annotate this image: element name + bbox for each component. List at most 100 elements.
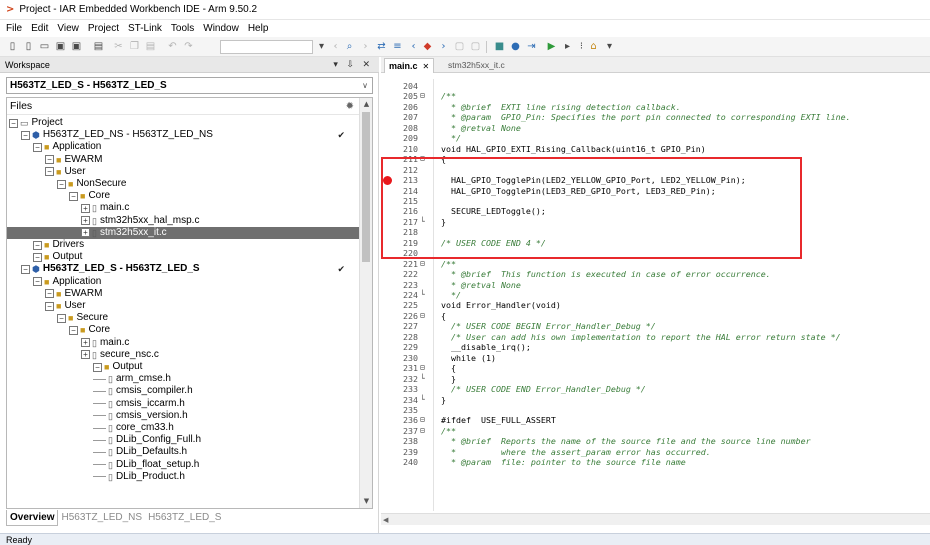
tree-item[interactable]: + ▯ stm32h5xx_it.c [7, 226, 359, 239]
navigate-back-icon[interactable]: ‹ [329, 40, 342, 53]
tree-item[interactable]: − ■ Core [7, 190, 359, 202]
tree-item[interactable]: ▯ arm_cmse.h [7, 373, 359, 385]
project-options-icon[interactable]: ⌂ [587, 40, 600, 53]
expand-toggle-icon[interactable]: − [57, 179, 66, 189]
expand-toggle-icon[interactable]: − [33, 142, 42, 152]
code-line[interactable]: 226 ⊟ { [381, 311, 930, 321]
menu-file[interactable]: File [6, 23, 22, 34]
code-line[interactable]: 204 [381, 81, 930, 91]
code-line[interactable]: 207 * @param GPIO_Pin: Specifies the por… [381, 112, 930, 122]
code-line[interactable]: 212 [381, 165, 930, 175]
scroll-thumb[interactable] [362, 112, 370, 262]
fold-toggle-icon[interactable]: ⊟ [420, 91, 429, 101]
open-file-icon[interactable]: ▭ [38, 40, 51, 53]
expand-toggle-icon[interactable]: + [81, 203, 90, 213]
paste-icon[interactable]: ▤ [144, 40, 157, 53]
debug-stop-icon[interactable]: ◆ [421, 40, 434, 53]
code-line[interactable]: 231 ⊟ { [381, 363, 930, 373]
tree-item[interactable]: − ■ Application [7, 141, 359, 153]
code-line[interactable]: 233 /* USER CODE END Error_Handler_Debug… [381, 384, 930, 394]
new-file-icon[interactable]: ▯ [22, 40, 35, 53]
code-line[interactable]: 239 * where the assert_param error has o… [381, 447, 930, 457]
code-line[interactable]: 223 * @retval None [381, 280, 930, 290]
cut-icon[interactable]: ✂ [112, 40, 125, 53]
fold-toggle-icon[interactable]: ⊟ [420, 363, 429, 373]
code-line[interactable]: 219 /* USER CODE END 4 */ [381, 238, 930, 248]
tree-scrollbar[interactable]: ▲ ▼ [359, 98, 372, 508]
expand-toggle-icon[interactable]: − [93, 362, 102, 372]
tree-item[interactable]: ▯ cmsis_iccarm.h [7, 398, 359, 410]
expand-toggle-icon[interactable]: + [81, 338, 90, 348]
toggle-bookmark-icon[interactable]: ≡ [391, 40, 404, 53]
code-line[interactable]: 232 └ } [381, 374, 930, 384]
tree-item[interactable]: ▯ cmsis_version.h [7, 410, 359, 422]
tree-item[interactable]: ▯ DLib_float_setup.h [7, 459, 359, 471]
configuration-select[interactable]: H563TZ_LED_S - H563TZ_LED_S ∨ [6, 77, 373, 94]
menu-tools[interactable]: Tools [171, 23, 194, 34]
code-line[interactable]: 217 └} [381, 217, 930, 227]
make-icon[interactable]: ▢ [469, 40, 482, 53]
tree-item[interactable]: − ■ EWARM [7, 154, 359, 166]
code-line[interactable]: 240 * @param file: pointer to the source… [381, 457, 930, 467]
code-line[interactable]: 218 [381, 227, 930, 237]
code-line[interactable]: 211 ⊟ { [381, 154, 930, 164]
save-icon[interactable]: ▣ [54, 40, 67, 53]
tree-item[interactable]: − ▭ Project [7, 117, 359, 129]
expand-toggle-icon[interactable]: − [45, 289, 54, 299]
tree-item[interactable]: ▯ DLib_Config_Full.h [7, 434, 359, 446]
code-line[interactable]: 229 __disable_irq(); [381, 342, 930, 352]
tree-item[interactable]: ▯ cmsis_compiler.h [7, 385, 359, 397]
debug-without-downloading-icon[interactable]: ▶ [545, 40, 558, 53]
expand-toggle-icon[interactable]: − [33, 252, 42, 262]
code-line[interactable]: 234 └} [381, 395, 930, 405]
expand-toggle-icon[interactable]: − [9, 118, 18, 128]
expand-toggle-icon[interactable]: − [45, 301, 54, 311]
code-line[interactable]: 208 * @retval None [381, 123, 930, 133]
code-line[interactable]: 222 * @brief This function is executed i… [381, 269, 930, 279]
fold-toggle-icon[interactable]: ⊟ [420, 154, 429, 164]
breakpoint-icon[interactable]: ● [509, 40, 522, 53]
redo-icon[interactable]: ↷ [182, 40, 195, 53]
menu-window[interactable]: Window [203, 23, 239, 34]
chevron-down-icon[interactable]: ▾ [315, 40, 328, 53]
tree-item[interactable]: + ▯ main.c [7, 202, 359, 214]
tree-item[interactable]: + ▯ main.c [7, 337, 359, 349]
expand-toggle-icon[interactable]: − [33, 277, 42, 287]
fold-toggle-icon[interactable]: ⊟ [420, 415, 429, 425]
breakpoint-icon[interactable] [383, 176, 392, 186]
tree-item[interactable]: − ■ Drivers [7, 239, 359, 251]
fold-toggle-icon[interactable]: └ [420, 374, 429, 384]
panel-controls[interactable]: ▾ ⇩ ✕ [333, 59, 373, 70]
copy-icon[interactable]: ❐ [128, 40, 141, 53]
code-line[interactable]: 213 HAL_GPIO_TogglePin(LED2_YELLOW_GPIO_… [381, 175, 930, 186]
tree-item[interactable]: − ■ NonSecure [7, 178, 359, 190]
code-line[interactable]: 237 ⊟ /** [381, 426, 930, 436]
tree-item[interactable]: − ■ Secure [7, 312, 359, 324]
expand-toggle-icon[interactable]: − [69, 325, 78, 335]
scroll-left-icon[interactable]: ◀ [383, 514, 388, 526]
customize-toolbar-icon[interactable]: ▾ [603, 40, 616, 53]
print-icon[interactable]: ▤ [92, 40, 105, 53]
code-line[interactable]: 236 ⊟ #ifdef USE_FULL_ASSERT [381, 415, 930, 425]
expand-toggle-icon[interactable]: − [45, 167, 54, 177]
fold-toggle-icon[interactable]: └ [420, 217, 429, 227]
tree-item[interactable]: − ⬢ H563TZ_LED_S - H563TZ_LED_S ✔ [7, 263, 359, 275]
code-line[interactable]: 230 while (1) [381, 353, 930, 363]
tab-main-c[interactable]: main.c ✕ [384, 58, 435, 73]
run-icon[interactable]: ▸ [561, 40, 574, 53]
previous-bookmark-icon[interactable]: ‹ [407, 40, 420, 53]
menu-edit[interactable]: Edit [31, 23, 48, 34]
tab-overview[interactable]: Overview [6, 510, 59, 526]
new-workspace-icon[interactable]: ▯ [6, 40, 19, 53]
save-all-icon[interactable]: ▣ [70, 40, 83, 53]
tab-h563tz-led-s[interactable]: H563TZ_LED_S [145, 510, 224, 526]
tree-item[interactable]: − ■ User [7, 300, 359, 312]
expand-toggle-icon[interactable]: − [57, 313, 66, 323]
undo-icon[interactable]: ↶ [166, 40, 179, 53]
code-line[interactable]: 216 SECURE_LEDToggle(); [381, 206, 930, 216]
tree-item[interactable]: − ■ Output [7, 251, 359, 263]
fold-toggle-icon[interactable]: └ [420, 395, 429, 405]
tree-item[interactable]: − ⬢ H563TZ_LED_NS - H563TZ_LED_NS ✔ [7, 129, 359, 141]
fold-toggle-icon[interactable]: ⊟ [420, 311, 429, 321]
stop-build-icon[interactable]: ■ [493, 40, 506, 53]
